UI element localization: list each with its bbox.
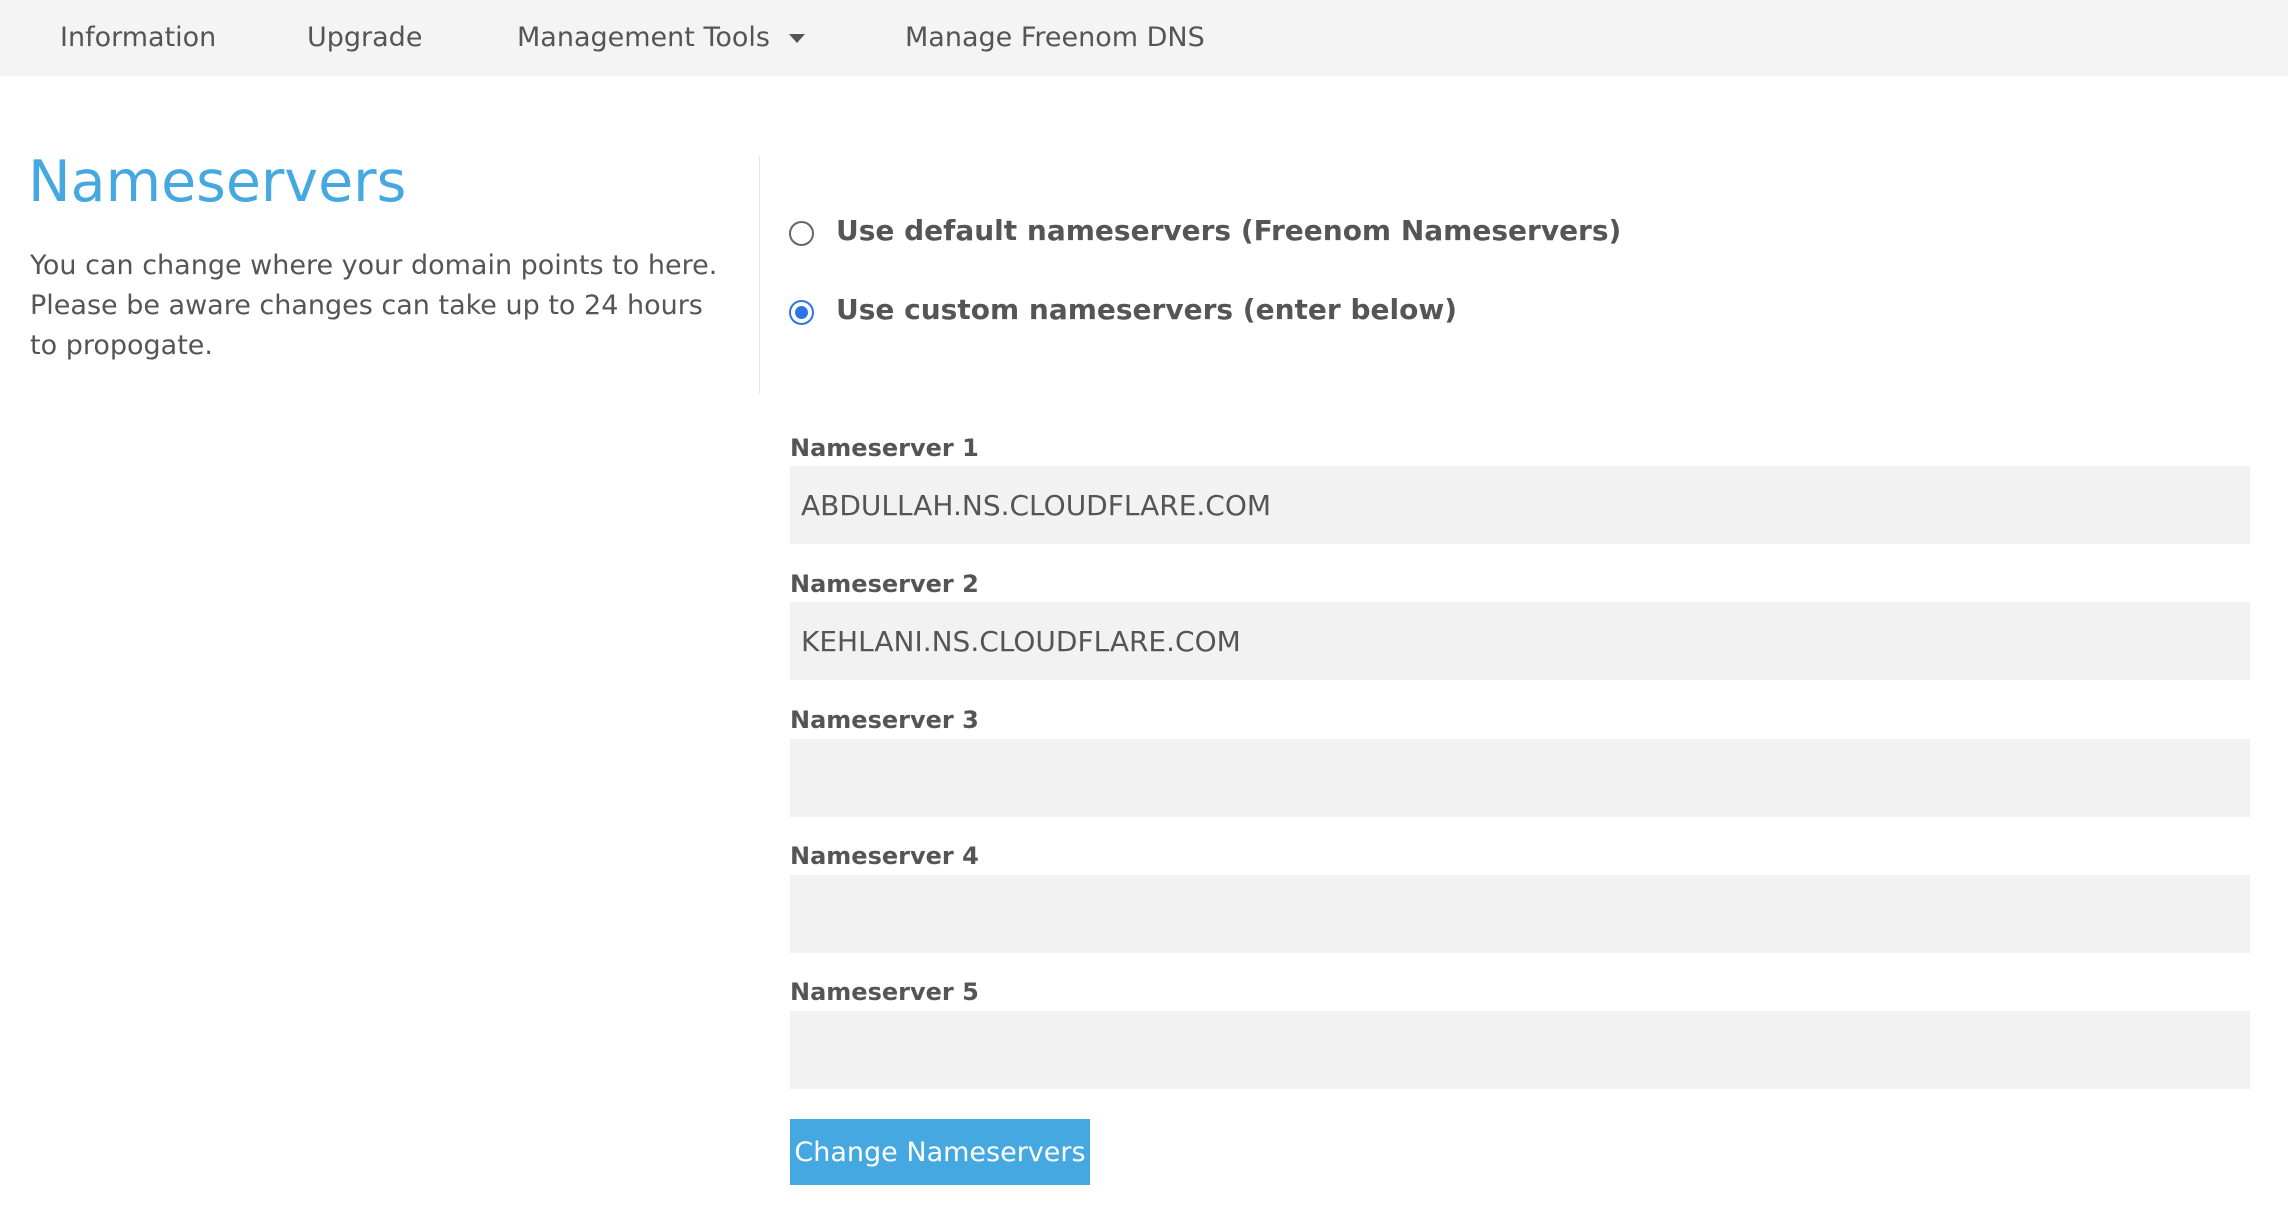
- custom-nameservers-radio[interactable]: [789, 299, 814, 325]
- custom-nameservers-option[interactable]: Use custom nameservers (enter below): [789, 289, 1457, 329]
- page-title: Nameservers: [28, 149, 407, 215]
- custom-nameservers-label[interactable]: Use custom nameservers (enter below): [836, 293, 1457, 326]
- nameserver-2-label: Nameserver 2: [790, 570, 979, 598]
- chevron-down-icon[interactable]: [789, 34, 805, 43]
- nav-item-upgrade[interactable]: Upgrade: [307, 0, 422, 76]
- nameserver-4-label: Nameserver 4: [790, 842, 979, 870]
- nameserver-3-input[interactable]: [790, 739, 2250, 817]
- column-divider: [759, 156, 760, 394]
- nameserver-5-input[interactable]: [790, 1011, 2250, 1089]
- change-nameservers-button[interactable]: Change Nameservers: [790, 1119, 1090, 1185]
- nameserver-2-input[interactable]: [790, 602, 2250, 680]
- nameserver-4-input[interactable]: [790, 875, 2250, 953]
- page-description: You can change where your domain points …: [30, 250, 718, 361]
- nav-item-information[interactable]: Information: [60, 0, 216, 76]
- nameserver-5-label: Nameserver 5: [790, 978, 979, 1006]
- nav-item-management-tools[interactable]: Management Tools: [517, 0, 770, 76]
- nav-item-manage-freenom-dns[interactable]: Manage Freenom DNS: [905, 0, 1205, 76]
- default-nameservers-label[interactable]: Use default nameservers (Freenom Nameser…: [836, 214, 1621, 247]
- nameserver-1-label: Nameserver 1: [790, 434, 979, 462]
- nameserver-1-input[interactable]: [790, 466, 2250, 544]
- default-nameservers-option[interactable]: Use default nameservers (Freenom Nameser…: [789, 210, 1621, 250]
- default-nameservers-radio[interactable]: [789, 220, 814, 246]
- nameserver-3-label: Nameserver 3: [790, 706, 979, 734]
- top-nav: Information Upgrade Management Tools Man…: [0, 0, 2288, 76]
